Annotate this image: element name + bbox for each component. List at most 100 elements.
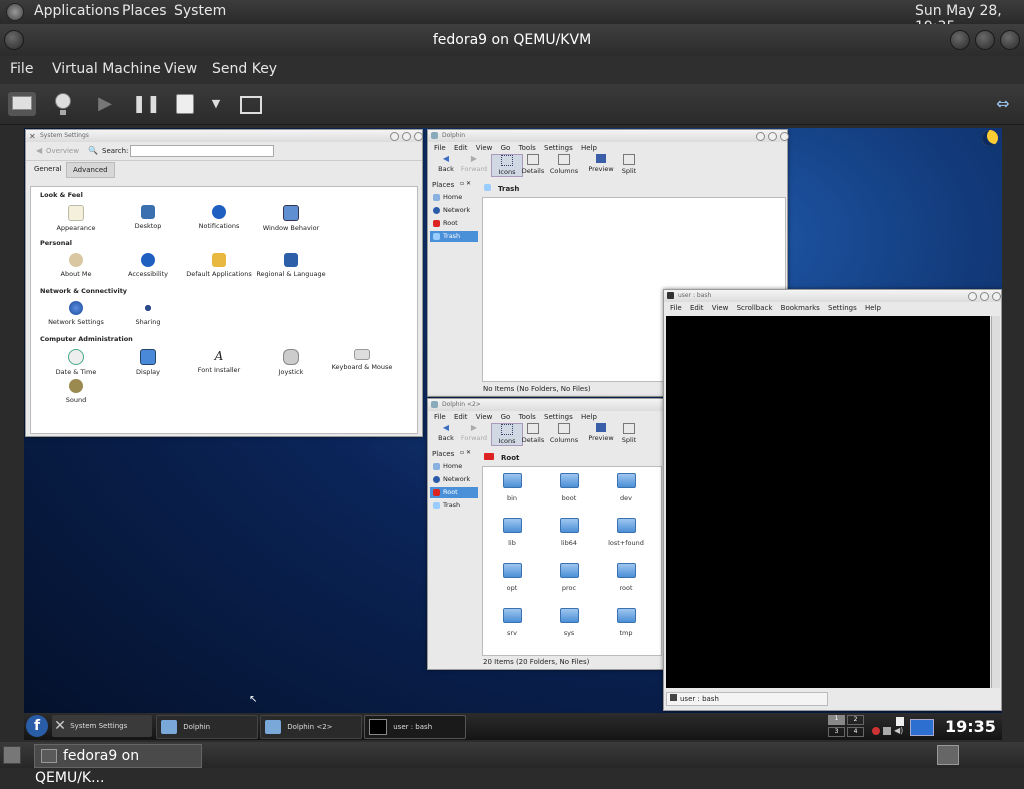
tray-display-icon[interactable]	[910, 719, 934, 736]
details-view-button[interactable]: Details	[518, 423, 548, 444]
sharing-item[interactable]: Sharing	[113, 301, 183, 326]
menu-file[interactable]: File	[434, 144, 446, 152]
columns-view-button[interactable]: Columns	[549, 154, 579, 175]
split-button[interactable]: Split	[614, 423, 644, 444]
fullscreen-icon[interactable]: ⇔	[990, 92, 1016, 116]
forward-button[interactable]: ▶ Forward	[459, 154, 489, 173]
close-button[interactable]	[780, 132, 789, 141]
accessibility-item[interactable]: Accessibility	[113, 253, 183, 278]
task-konsole[interactable]: user : bash	[364, 715, 466, 739]
place-network[interactable]: Network	[430, 474, 478, 485]
minimize-button[interactable]	[390, 132, 399, 141]
columns-view-button[interactable]: Columns	[549, 423, 579, 444]
appearance-item[interactable]: Appearance	[41, 205, 111, 232]
folder-item[interactable]: lost+found	[601, 518, 651, 547]
console-view-icon[interactable]	[8, 92, 36, 116]
file-view[interactable]: bin boot dev lib lib64 lost+found opt pr…	[482, 466, 662, 656]
notifications-item[interactable]: Notifications	[184, 205, 254, 230]
close-button[interactable]	[992, 292, 1001, 301]
date-time-item[interactable]: Date & Time	[41, 349, 111, 376]
menu-settings[interactable]: Settings	[828, 304, 857, 312]
menu-go[interactable]: Go	[501, 144, 511, 152]
tab-advanced[interactable]: Advanced	[66, 162, 115, 178]
tray-usb-icon[interactable]	[883, 727, 891, 735]
menu-settings[interactable]: Settings	[544, 413, 573, 421]
tray-clipboard-icon[interactable]	[896, 717, 904, 726]
menu-go[interactable]: Go	[501, 413, 511, 421]
sound-item[interactable]: Sound	[41, 379, 111, 404]
close-button[interactable]	[414, 132, 423, 141]
location-bar[interactable]: Trash	[482, 182, 784, 196]
vm-menu-file[interactable]: File	[10, 61, 33, 77]
place-home[interactable]: Home	[430, 192, 478, 203]
menu-view[interactable]: View	[476, 144, 493, 152]
pager-desktop-3[interactable]: 3	[828, 727, 845, 737]
guest-clock[interactable]: 19:35	[945, 717, 996, 736]
menu-edit[interactable]: Edit	[454, 413, 468, 421]
tab-general[interactable]: General	[34, 165, 62, 173]
menu-file[interactable]: File	[434, 413, 446, 421]
gnome-foot-icon[interactable]	[6, 3, 24, 21]
folder-item[interactable]: lib	[487, 518, 537, 547]
place-root[interactable]: Root	[430, 487, 478, 498]
details-view-button[interactable]: Details	[518, 154, 548, 175]
place-trash[interactable]: Trash	[430, 500, 478, 511]
desktop-item[interactable]: Desktop	[113, 205, 183, 230]
folder-item[interactable]: dev	[601, 473, 651, 502]
konsole-titlebar[interactable]: user : bash	[664, 290, 1001, 302]
folder-item[interactable]: sys	[544, 608, 594, 637]
pager-desktop-4[interactable]: 4	[847, 727, 864, 737]
menu-places[interactable]: Places	[122, 3, 167, 19]
play-icon[interactable]: ▶	[92, 92, 118, 116]
vm-window-titlebar[interactable]: fedora9 on QEMU/KVM	[0, 24, 1024, 56]
menu-system[interactable]: System	[174, 3, 226, 19]
vm-menu-send-key[interactable]: Send Key	[212, 61, 277, 77]
shutdown-icon[interactable]	[174, 92, 196, 116]
window-behavior-item[interactable]: Window Behavior	[256, 205, 326, 232]
menu-view[interactable]: View	[476, 413, 493, 421]
pager-desktop-2[interactable]: 2	[847, 715, 864, 725]
folder-item[interactable]: bin	[487, 473, 537, 502]
menu-help[interactable]: Help	[581, 144, 597, 152]
menu-edit[interactable]: Edit	[454, 144, 468, 152]
menu-file[interactable]: File	[670, 304, 682, 312]
host-task-vm-window[interactable]: fedora9 on QEMU/K...	[34, 744, 202, 786]
terminal-tab[interactable]: user : bash	[666, 692, 828, 706]
overview-button[interactable]: Overview	[46, 147, 79, 155]
close-button[interactable]	[1000, 30, 1020, 50]
tray-volume-icon[interactable]: ◀)	[894, 727, 904, 735]
maximize-button[interactable]	[975, 30, 995, 50]
menu-help[interactable]: Help	[865, 304, 881, 312]
pager-desktop-1[interactable]: 1	[828, 715, 845, 725]
menu-edit[interactable]: Edit	[690, 304, 704, 312]
forward-button[interactable]: ▶ Forward	[459, 423, 489, 442]
show-desktop-icon[interactable]	[3, 746, 21, 764]
menu-view[interactable]: View	[712, 304, 729, 312]
maximize-button[interactable]	[980, 292, 989, 301]
dolphin-titlebar[interactable]: Dolphin	[428, 130, 789, 142]
network-settings-item[interactable]: Network Settings	[41, 301, 111, 326]
menu-help[interactable]: Help	[581, 413, 597, 421]
vm-menu-virtual-machine[interactable]: Virtual Machine	[52, 61, 161, 77]
system-settings-titlebar[interactable]: ✕ System Settings	[26, 130, 423, 142]
task-system-settings[interactable]: ✕ System Settings	[52, 715, 152, 737]
place-network[interactable]: Network	[430, 205, 478, 216]
details-lightbulb-icon[interactable]	[50, 92, 76, 116]
terminal-scrollbar[interactable]	[991, 316, 1000, 688]
terminal-area[interactable]	[666, 316, 990, 688]
vm-menu-view[interactable]: View	[164, 61, 197, 77]
font-installer-item[interactable]: A Font Installer	[184, 349, 254, 374]
folder-item[interactable]: lib64	[544, 518, 594, 547]
task-dolphin[interactable]: Dolphin	[156, 715, 258, 739]
tray-app-icon[interactable]	[872, 727, 880, 735]
split-button[interactable]: Split	[614, 154, 644, 175]
window-menu-button[interactable]	[4, 30, 24, 50]
place-home[interactable]: Home	[430, 461, 478, 472]
back-button[interactable]: ◀ Back	[431, 423, 461, 442]
pause-icon[interactable]: ❚❚	[132, 92, 161, 116]
place-trash[interactable]: Trash	[430, 231, 478, 242]
folder-item[interactable]: proc	[544, 563, 594, 592]
guest-desktop[interactable]: ✕ System Settings ◀ Overview 🔍 Search: G…	[24, 128, 1002, 740]
menu-tools[interactable]: Tools	[519, 144, 536, 152]
desktop-pager[interactable]: 1 2 3 4	[828, 715, 864, 738]
